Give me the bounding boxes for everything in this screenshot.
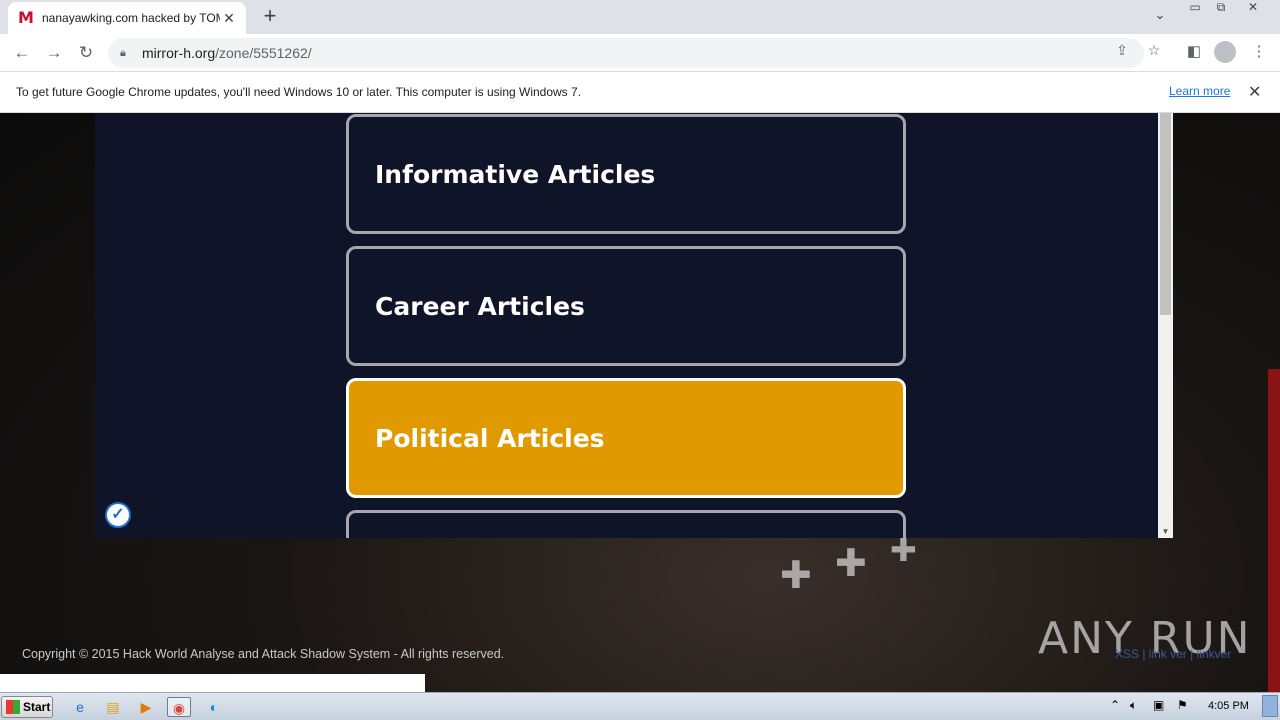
internet-explorer-icon[interactable]: e bbox=[68, 697, 92, 717]
tab-title: nanayawking.com hacked by TOMO bbox=[42, 11, 220, 25]
site-favicon-icon: M bbox=[18, 8, 34, 27]
card-label: Political Articles bbox=[375, 423, 605, 453]
bookmark-star-icon[interactable]: ☆ bbox=[1144, 42, 1164, 62]
edge-icon[interactable]: ◐ bbox=[202, 697, 226, 717]
status-strip bbox=[0, 674, 425, 692]
share-icon[interactable]: ⇪ bbox=[1112, 42, 1132, 62]
profile-avatar[interactable] bbox=[1214, 41, 1236, 63]
card-label: Career Articles bbox=[375, 291, 585, 321]
card-label: Informative Articles bbox=[375, 159, 656, 189]
card-political-articles[interactable]: Political Articles bbox=[346, 378, 906, 498]
minimize-button[interactable]: ▭ bbox=[1182, 0, 1208, 20]
new-tab-button[interactable]: + bbox=[258, 5, 282, 29]
tab-strip: M nanayawking.com hacked by TOMO ✕ + ⌄ ▭… bbox=[0, 0, 1280, 34]
browser-toolbar: ← → ↻ 🔒︎ mirror-h.org/zone/5551262/ ⇪ ☆ … bbox=[0, 34, 1280, 72]
browser-tab[interactable]: M nanayawking.com hacked by TOMO ✕ bbox=[8, 2, 246, 34]
tray-expand-icon[interactable]: ⌃ bbox=[1110, 698, 1120, 712]
scroll-down-arrow-icon[interactable]: ▼ bbox=[1158, 527, 1173, 536]
address-bar[interactable]: 🔒︎ mirror-h.org/zone/5551262/ bbox=[108, 38, 1144, 68]
decor-cross-icon: ✚ bbox=[780, 553, 812, 597]
close-window-button[interactable]: ✕ bbox=[1240, 0, 1266, 20]
start-label: Start bbox=[23, 700, 51, 714]
decor-cross-icon: ✚ bbox=[835, 541, 867, 585]
restore-button[interactable]: ⧉ bbox=[1208, 0, 1234, 20]
url-text: mirror-h.org/zone/5551262/ bbox=[142, 45, 312, 61]
volume-icon[interactable]: 🔈︎ bbox=[1130, 698, 1137, 713]
windows-taskbar: Start e ▤ ▶ ◉ ◐ ⌃ 🔈︎ ▣ ⚑ 4:05 PM bbox=[0, 692, 1280, 720]
action-center-flag-icon[interactable]: ⚑ bbox=[1177, 698, 1188, 712]
chrome-icon[interactable]: ◉ bbox=[167, 697, 191, 717]
infobar-message: To get future Google Chrome updates, you… bbox=[16, 85, 582, 99]
scrollbar-thumb[interactable] bbox=[1160, 113, 1171, 315]
card-next-partial[interactable] bbox=[346, 510, 906, 538]
back-arrow-icon[interactable]: ← bbox=[10, 41, 34, 65]
decor-red-bar bbox=[1268, 369, 1280, 692]
media-player-icon[interactable]: ▶ bbox=[134, 697, 158, 717]
reload-icon[interactable]: ↻ bbox=[74, 41, 98, 65]
learn-more-link[interactable]: Learn more bbox=[1169, 84, 1230, 98]
menu-kebab-icon[interactable]: ⋮ bbox=[1248, 42, 1270, 64]
card-informative-articles[interactable]: Informative Articles bbox=[346, 114, 906, 234]
show-desktop-button[interactable] bbox=[1262, 695, 1278, 717]
taskbar-clock[interactable]: 4:05 PM bbox=[1208, 700, 1249, 712]
network-icon[interactable]: ▣ bbox=[1153, 698, 1164, 712]
forward-arrow-icon[interactable]: → bbox=[42, 41, 66, 65]
close-tab-icon[interactable]: ✕ bbox=[220, 10, 238, 27]
file-explorer-icon[interactable]: ▤ bbox=[101, 697, 125, 717]
infobar-close-icon[interactable]: ✕ bbox=[1248, 82, 1261, 102]
update-infobar: To get future Google Chrome updates, you… bbox=[0, 72, 1280, 113]
page-background: ✚ ✚ ✚ Informative Articles Career Articl… bbox=[0, 113, 1280, 692]
verified-check-icon[interactable]: ✓ bbox=[105, 502, 131, 528]
windows-logo-icon bbox=[6, 700, 20, 714]
tab-search-chevron-icon[interactable]: ⌄ bbox=[1150, 7, 1170, 27]
articles-modal: Informative Articles Career Articles Pol… bbox=[95, 113, 1173, 538]
side-panel-icon[interactable]: ◧ bbox=[1183, 42, 1205, 64]
start-button[interactable]: Start bbox=[1, 696, 53, 718]
footer-copyright: Copyright © 2015 Hack World Analyse and … bbox=[22, 647, 505, 661]
lock-icon: 🔒︎ bbox=[120, 46, 126, 59]
footer-links[interactable]: XSS | link ver | linkver bbox=[1115, 647, 1231, 661]
card-career-articles[interactable]: Career Articles bbox=[346, 246, 906, 366]
modal-scrollbar[interactable]: ▼ bbox=[1158, 113, 1173, 538]
